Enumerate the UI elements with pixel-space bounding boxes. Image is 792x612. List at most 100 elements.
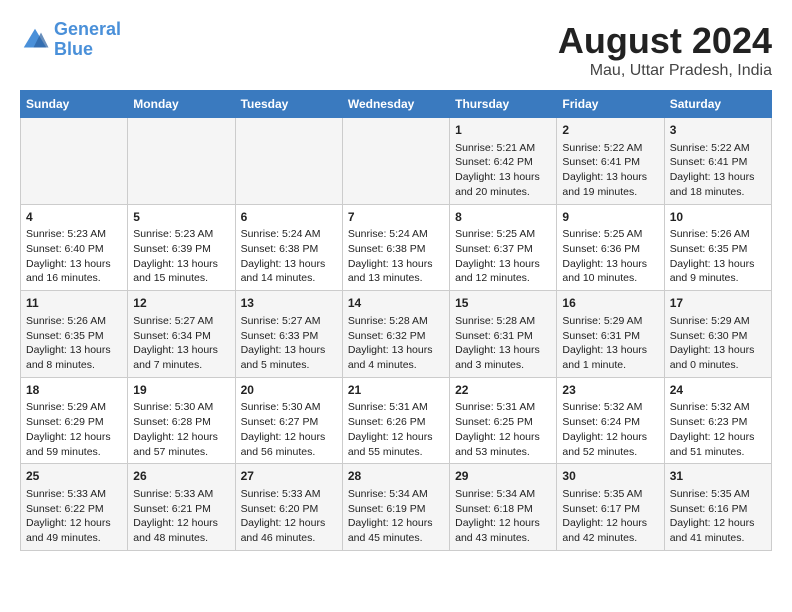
day-number: 2 <box>562 122 658 139</box>
cell-info: and 13 minutes. <box>348 271 444 286</box>
cell-info: Sunrise: 5:25 AM <box>562 227 658 242</box>
day-of-week-tuesday: Tuesday <box>235 91 342 118</box>
day-number: 1 <box>455 122 551 139</box>
calendar-week-1: 1Sunrise: 5:21 AMSunset: 6:42 PMDaylight… <box>21 118 772 205</box>
day-number: 14 <box>348 295 444 312</box>
cell-info: Daylight: 12 hours <box>133 516 229 531</box>
calendar-cell: 6Sunrise: 5:24 AMSunset: 6:38 PMDaylight… <box>235 204 342 291</box>
calendar-cell: 14Sunrise: 5:28 AMSunset: 6:32 PMDayligh… <box>342 291 449 378</box>
cell-info: and 20 minutes. <box>455 185 551 200</box>
cell-info: Daylight: 13 hours <box>348 343 444 358</box>
cell-info: Sunset: 6:28 PM <box>133 415 229 430</box>
cell-info: and 4 minutes. <box>348 358 444 373</box>
cell-info: Sunset: 6:42 PM <box>455 155 551 170</box>
day-number: 4 <box>26 209 122 226</box>
cell-info: and 59 minutes. <box>26 445 122 460</box>
cell-info: Sunset: 6:30 PM <box>670 329 766 344</box>
cell-info: and 42 minutes. <box>562 531 658 546</box>
day-number: 19 <box>133 382 229 399</box>
day-number: 7 <box>348 209 444 226</box>
cell-info: Sunset: 6:29 PM <box>26 415 122 430</box>
calendar-cell: 13Sunrise: 5:27 AMSunset: 6:33 PMDayligh… <box>235 291 342 378</box>
day-number: 9 <box>562 209 658 226</box>
day-of-week-wednesday: Wednesday <box>342 91 449 118</box>
calendar-cell: 2Sunrise: 5:22 AMSunset: 6:41 PMDaylight… <box>557 118 664 205</box>
cell-info: Daylight: 12 hours <box>348 430 444 445</box>
day-of-week-thursday: Thursday <box>450 91 557 118</box>
cell-info: Sunrise: 5:31 AM <box>348 400 444 415</box>
calendar-cell: 20Sunrise: 5:30 AMSunset: 6:27 PMDayligh… <box>235 377 342 464</box>
page-title: August 2024 <box>558 20 772 62</box>
day-number: 27 <box>241 468 337 485</box>
cell-info: Daylight: 13 hours <box>26 343 122 358</box>
calendar-cell <box>235 118 342 205</box>
calendar-cell <box>128 118 235 205</box>
cell-info: Daylight: 12 hours <box>455 516 551 531</box>
calendar-cell: 22Sunrise: 5:31 AMSunset: 6:25 PMDayligh… <box>450 377 557 464</box>
cell-info: Sunrise: 5:33 AM <box>133 487 229 502</box>
cell-info: and 41 minutes. <box>670 531 766 546</box>
calendar-cell: 21Sunrise: 5:31 AMSunset: 6:26 PMDayligh… <box>342 377 449 464</box>
cell-info: Sunrise: 5:22 AM <box>670 141 766 156</box>
day-number: 20 <box>241 382 337 399</box>
day-number: 28 <box>348 468 444 485</box>
cell-info: Daylight: 12 hours <box>26 516 122 531</box>
day-of-week-sunday: Sunday <box>21 91 128 118</box>
cell-info: Sunset: 6:37 PM <box>455 242 551 257</box>
day-number: 29 <box>455 468 551 485</box>
day-number: 6 <box>241 209 337 226</box>
cell-info: and 5 minutes. <box>241 358 337 373</box>
calendar-week-4: 18Sunrise: 5:29 AMSunset: 6:29 PM Dayligh… <box>21 377 772 464</box>
cell-info: Sunrise: 5:32 AM <box>670 400 766 415</box>
cell-info: and 1 minute. <box>562 358 658 373</box>
calendar-header: SundayMondayTuesdayWednesdayThursdayFrid… <box>21 91 772 118</box>
cell-info: Daylight: 12 hours <box>241 516 337 531</box>
cell-info: and 14 minutes. <box>241 271 337 286</box>
cell-info: Sunrise: 5:27 AM <box>241 314 337 329</box>
cell-info: Daylight: 12 hours <box>133 430 229 445</box>
cell-info: and 51 minutes. <box>670 445 766 460</box>
cell-info: Daylight: 12 hours <box>670 516 766 531</box>
calendar-cell: 1Sunrise: 5:21 AMSunset: 6:42 PMDaylight… <box>450 118 557 205</box>
day-number: 26 <box>133 468 229 485</box>
cell-info: Sunset: 6:23 PM <box>670 415 766 430</box>
day-number: 18 <box>26 382 122 399</box>
cell-info: Sunrise: 5:34 AM <box>348 487 444 502</box>
cell-info: and 12 minutes. <box>455 271 551 286</box>
calendar-cell: 8Sunrise: 5:25 AMSunset: 6:37 PMDaylight… <box>450 204 557 291</box>
cell-info: Sunrise: 5:26 AM <box>670 227 766 242</box>
cell-info: Sunset: 6:34 PM <box>133 329 229 344</box>
cell-info: Sunset: 6:20 PM <box>241 502 337 517</box>
calendar-cell <box>21 118 128 205</box>
cell-info: Daylight: 12 hours <box>670 430 766 445</box>
calendar-cell: 18Sunrise: 5:29 AMSunset: 6:29 PMDayligh… <box>21 377 128 464</box>
day-number: 5 <box>133 209 229 226</box>
calendar-table: SundayMondayTuesdayWednesdayThursdayFrid… <box>20 90 772 551</box>
day-number: 8 <box>455 209 551 226</box>
cell-info: Daylight: 13 hours <box>241 343 337 358</box>
calendar-cell: 29 Sunrise: 5:34 AMSunset: 6:18 PMDayligh… <box>450 464 557 551</box>
day-number: 3 <box>670 122 766 139</box>
cell-info: Sunrise: 5:35 AM <box>670 487 766 502</box>
cell-info: Daylight: 13 hours <box>670 257 766 272</box>
cell-info: Sunrise: 5:29 AM <box>26 400 122 415</box>
day-number: 23 <box>562 382 658 399</box>
day-number: 11 <box>26 295 122 312</box>
logo-line2: Blue <box>54 39 93 59</box>
cell-info: Sunrise: 5:25 AM <box>455 227 551 242</box>
title-block: August 2024 Mau, Uttar Pradesh, India <box>558 20 772 80</box>
cell-info: Daylight: 13 hours <box>562 343 658 358</box>
calendar-week-5: 25Sunrise: 5:33 AMSunset: 6:22 PMDayligh… <box>21 464 772 551</box>
calendar-cell: 19Sunrise: 5:30 AMSunset: 6:28 PMDayligh… <box>128 377 235 464</box>
cell-info: Sunset: 6:41 PM <box>670 155 766 170</box>
day-number: 31 <box>670 468 766 485</box>
calendar-cell: 7Sunrise: 5:24 AMSunset: 6:38 PMDaylight… <box>342 204 449 291</box>
calendar-cell: 27Sunrise: 5:33 AMSunset: 6:20 PMDayligh… <box>235 464 342 551</box>
cell-info: Daylight: 13 hours <box>670 343 766 358</box>
cell-info: Sunset: 6:18 PM <box>455 502 551 517</box>
cell-info: Sunrise: 5:34 AM <box>455 487 551 502</box>
cell-info: Sunrise: 5:33 AM <box>26 487 122 502</box>
cell-info: Sunset: 6:27 PM <box>241 415 337 430</box>
calendar-cell: 12Sunrise: 5:27 AMSunset: 6:34 PMDayligh… <box>128 291 235 378</box>
cell-info: Sunset: 6:35 PM <box>26 329 122 344</box>
